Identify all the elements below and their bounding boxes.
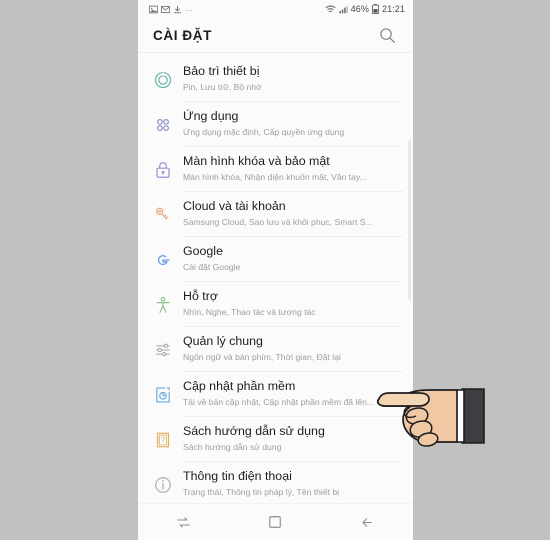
settings-row-device-maintenance[interactable]: Bảo trì thiết bị Pin, Lưu trữ, Bộ nhớ xyxy=(138,57,413,102)
settings-row-subtitle: Ứng dụng mặc định, Cấp quyền ứng dụng xyxy=(183,127,345,137)
settings-row-phone-info[interactable]: Thông tin điện thoại Trạng thái, Thông t… xyxy=(138,462,413,507)
settings-row-text: Google Cài đặt Google xyxy=(183,237,403,282)
recents-icon xyxy=(177,516,191,528)
settings-row-apps[interactable]: Ứng dụng Ứng dụng mặc định, Cấp quyền ứn… xyxy=(138,102,413,147)
lock-screen-security-icon xyxy=(153,147,183,192)
settings-row-text: Quản lý chung Ngôn ngữ và bàn phím, Thời… xyxy=(183,327,403,372)
app-header: CÀI ĐẶT xyxy=(138,18,413,52)
settings-row-title: Thông tin điện thoại xyxy=(183,469,292,483)
back-icon xyxy=(362,517,372,527)
settings-row-subtitle: Pin, Lưu trữ, Bộ nhớ xyxy=(183,82,262,92)
clock-label: 21:21 xyxy=(381,4,405,14)
back-button[interactable] xyxy=(344,507,390,537)
navigation-bar xyxy=(138,503,413,540)
status-bar: ... 46% 21:21 xyxy=(138,0,413,18)
settings-row-lock-screen-security[interactable]: Màn hình khóa và bảo mật Màn hình khóa, … xyxy=(138,147,413,192)
settings-row-title: Ứng dụng xyxy=(183,109,239,123)
settings-row-title: Hỗ trợ xyxy=(183,289,218,303)
settings-row-title: Cloud và tài khoản xyxy=(183,199,286,213)
settings-list: Bảo trì thiết bị Pin, Lưu trữ, Bộ nhớ Ứn… xyxy=(138,53,413,507)
settings-row-accessibility[interactable]: Hỗ trợ Nhìn, Nghe, Thao tác và tương tác xyxy=(138,282,413,327)
phone-screen: ... 46% 21:21 CÀI ĐẶT Bảo trì thiết bị P… xyxy=(138,0,413,540)
status-bar-notifications: ... xyxy=(149,5,325,14)
settings-row-text: Ứng dụng Ứng dụng mặc định, Cấp quyền ứn… xyxy=(183,102,403,147)
general-management-sliders-icon xyxy=(153,327,183,372)
scrollbar[interactable] xyxy=(408,140,411,300)
settings-row-subtitle: Ngôn ngữ và bàn phím, Thời gian, Đặt lại xyxy=(183,352,341,362)
settings-row-cloud-accounts[interactable]: Cloud và tài khoản Samsung Cloud, Sao lư… xyxy=(138,192,413,237)
svg-text:?: ? xyxy=(161,435,166,444)
settings-row-subtitle: Cài đặt Google xyxy=(183,262,241,272)
phone-info-icon xyxy=(153,462,183,507)
home-icon xyxy=(269,516,282,528)
page-title: CÀI ĐẶT xyxy=(153,27,212,43)
settings-row-subtitle: Trạng thái, Thông tin pháp lý, Tên thiết… xyxy=(183,487,340,497)
settings-row-text: Bảo trì thiết bị Pin, Lưu trữ, Bộ nhớ xyxy=(183,57,403,102)
settings-row-text: Màn hình khóa và bảo mật Màn hình khóa, … xyxy=(183,147,403,192)
settings-row-title: Cập nhật phần mềm xyxy=(183,379,296,393)
settings-row-title: Bảo trì thiết bị xyxy=(183,64,260,78)
download-notification-icon xyxy=(174,5,181,13)
settings-row-general-management[interactable]: Quản lý chung Ngôn ngữ và bàn phím, Thời… xyxy=(138,327,413,372)
device-maintenance-icon xyxy=(153,57,183,102)
google-icon xyxy=(153,237,183,282)
signal-icon xyxy=(339,5,348,13)
settings-row-text: Cập nhật phần mềm Tải về bản cập nhật, C… xyxy=(183,372,403,417)
settings-row-subtitle: Tải về bản cập nhật, Cập nhật phần mềm đ… xyxy=(183,397,375,407)
settings-row-google[interactable]: Google Cài đặt Google xyxy=(138,237,413,282)
software-update-icon xyxy=(153,372,183,417)
search-button[interactable] xyxy=(375,23,399,47)
settings-row-title: Google xyxy=(183,244,223,258)
settings-row-subtitle: Màn hình khóa, Nhận diện khuôn mặt, Vân … xyxy=(183,172,367,182)
apps-icon xyxy=(153,102,183,147)
battery-percent-label: 46% xyxy=(350,4,369,14)
settings-row-text: Thông tin điện thoại Trạng thái, Thông t… xyxy=(183,462,403,507)
accessibility-icon xyxy=(153,282,183,327)
recents-button[interactable] xyxy=(161,507,207,537)
user-manual-icon: ? xyxy=(153,417,183,462)
settings-row-subtitle: Samsung Cloud, Sao lưu và khôi phục, Sma… xyxy=(183,217,373,227)
message-notification-icon xyxy=(161,5,170,13)
settings-row-text: Sách hướng dẫn sử dụng Sách hướng dẫn sử… xyxy=(183,417,403,462)
settings-row-subtitle: Sách hướng dẫn sử dụng xyxy=(183,442,282,452)
home-button[interactable] xyxy=(252,507,298,537)
settings-row-software-update[interactable]: Cập nhật phần mềm Tải về bản cập nhật, C… xyxy=(138,372,413,417)
status-bar-system: 46% 21:21 xyxy=(325,4,405,14)
image-notification-icon xyxy=(149,5,158,13)
search-icon xyxy=(379,27,395,43)
battery-icon xyxy=(372,4,379,14)
settings-row-title: Sách hướng dẫn sử dụng xyxy=(183,424,325,438)
settings-row-subtitle: Nhìn, Nghe, Thao tác và tương tác xyxy=(183,307,316,317)
settings-row-text: Hỗ trợ Nhìn, Nghe, Thao tác và tương tác xyxy=(183,282,403,327)
settings-row-user-manual[interactable]: ? Sách hướng dẫn sử dụng Sách hướng dẫn … xyxy=(138,417,413,462)
settings-row-title: Quản lý chung xyxy=(183,334,263,348)
settings-row-title: Màn hình khóa và bảo mật xyxy=(183,154,330,168)
wifi-icon xyxy=(325,5,336,12)
status-bar-overflow: ... xyxy=(185,4,194,13)
settings-row-text: Cloud và tài khoản Samsung Cloud, Sao lư… xyxy=(183,192,403,237)
cloud-accounts-key-icon xyxy=(153,192,183,237)
